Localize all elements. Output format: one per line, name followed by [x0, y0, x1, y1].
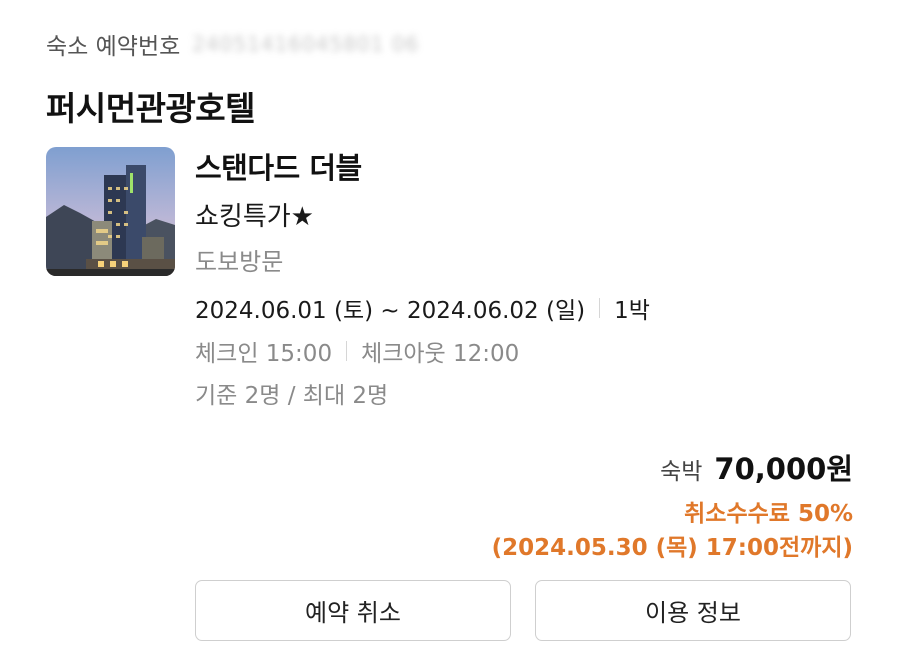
stay-dates-row: 2024.06.01 (토) ~ 2024.06.02 (일) 1박 [195, 292, 650, 324]
rate-plan: 쇼킹특가★ [195, 202, 314, 232]
nights-count: 1박 [614, 298, 650, 324]
checkin-time: 체크인 15:00 [195, 341, 333, 367]
price-amount: 70,000원 [714, 452, 853, 486]
reservation-number-value: 24051416045801 06 [192, 32, 420, 56]
divider [346, 341, 348, 361]
check-times-row: 체크인 15:00 체크아웃 12:00 [195, 335, 519, 367]
cancel-reservation-button[interactable]: 예약 취소 [195, 580, 511, 641]
price-row: 숙박 70,000원 [660, 446, 853, 488]
occupancy-info: 기준 2명 / 최대 2명 [195, 383, 389, 409]
visit-type: 도보방문 [195, 248, 284, 276]
cancellation-fee: 취소수수료 50% [684, 501, 853, 527]
divider [599, 298, 601, 318]
hotel-name[interactable]: 퍼시먼관광호텔 [46, 82, 256, 130]
hotel-photo-image [46, 147, 175, 276]
reservation-number-row: 숙소 예약번호 24051416045801 06 [46, 26, 419, 62]
cancellation-deadline: (2024.05.30 (목) 17:00전까지) [491, 535, 853, 561]
hotel-thumbnail[interactable] [46, 147, 175, 276]
stay-dates: 2024.06.01 (토) ~ 2024.06.02 (일) [195, 298, 586, 324]
checkout-time: 체크아웃 12:00 [361, 341, 520, 367]
room-name: 스탠다드 더블 [195, 151, 362, 185]
price-label: 숙박 [660, 459, 703, 485]
usage-info-button[interactable]: 이용 정보 [535, 580, 851, 641]
reservation-number-label: 숙소 예약번호 [46, 34, 181, 60]
